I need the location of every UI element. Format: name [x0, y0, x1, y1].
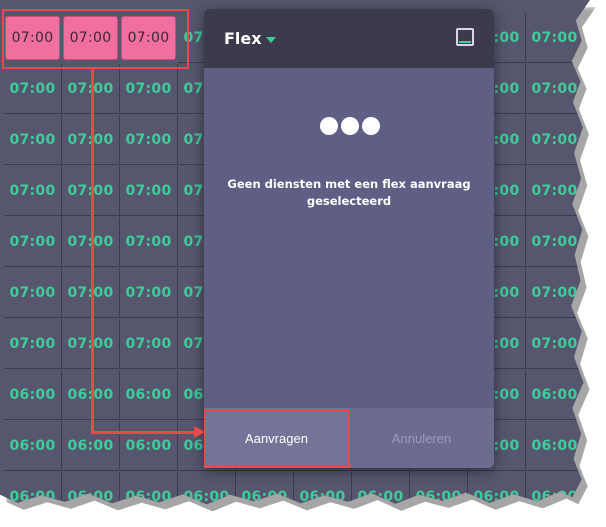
shift-cell[interactable]: 06:00 [120, 421, 178, 471]
dialog-title[interactable]: Flex [224, 29, 262, 48]
shift-cell[interactable]: 07:00 [120, 268, 178, 318]
shift-cell[interactable]: 06:00 [4, 421, 62, 471]
shift-cell[interactable]: 07:00 [526, 115, 584, 165]
cancel-button[interactable]: Annuleren [349, 408, 494, 468]
empty-state-message: Geen diensten met een flex aanvraag gese… [227, 177, 471, 208]
shift-cell[interactable]: 07:00 [120, 64, 178, 114]
dialog-header: Flex [204, 9, 494, 68]
arrow-line-vertical [91, 69, 94, 433]
request-button-highlight [204, 409, 350, 468]
schedule-view: 07:00 07:00 07:00 07:00 07:00 07:00 07:00 07:00… [0, 0, 590, 505]
shift-cell[interactable]: 06:00 [120, 370, 178, 420]
shift-cell[interactable]: 07:00 [4, 115, 62, 165]
arrow-line-horizontal [91, 431, 197, 434]
shift-cell[interactable]: 07:00 [4, 268, 62, 318]
window-toggle-icon[interactable] [456, 28, 474, 46]
shift-cell[interactable]: 07:00 [4, 319, 62, 369]
shift-cell[interactable]: 07:00 [4, 217, 62, 267]
shift-cell[interactable]: 07:00 [526, 319, 584, 369]
shift-cell[interactable]: 07:00 [120, 166, 178, 216]
shift-cell[interactable]: 07:00 [120, 115, 178, 165]
shift-cell[interactable]: 07:00 [4, 166, 62, 216]
chevron-down-icon[interactable] [266, 37, 276, 43]
shift-cell[interactable]: 06:00 [4, 370, 62, 420]
shift-cell[interactable]: 06:00 [526, 421, 584, 471]
shift-cell[interactable]: 07:00 [120, 319, 178, 369]
shift-cell[interactable]: 07:00 [526, 217, 584, 267]
shift-cell[interactable]: 07:00 [4, 64, 62, 114]
screenshot-frame: 07:00 07:00 07:00 07:00 07:00 07:00 07:00 07:00… [0, 0, 606, 527]
shift-cell[interactable]: 07:00 [120, 217, 178, 267]
selected-cells-highlight [2, 9, 189, 69]
flex-dialog: Flex Geen diensten met een flex aanvraag… [204, 9, 494, 468]
